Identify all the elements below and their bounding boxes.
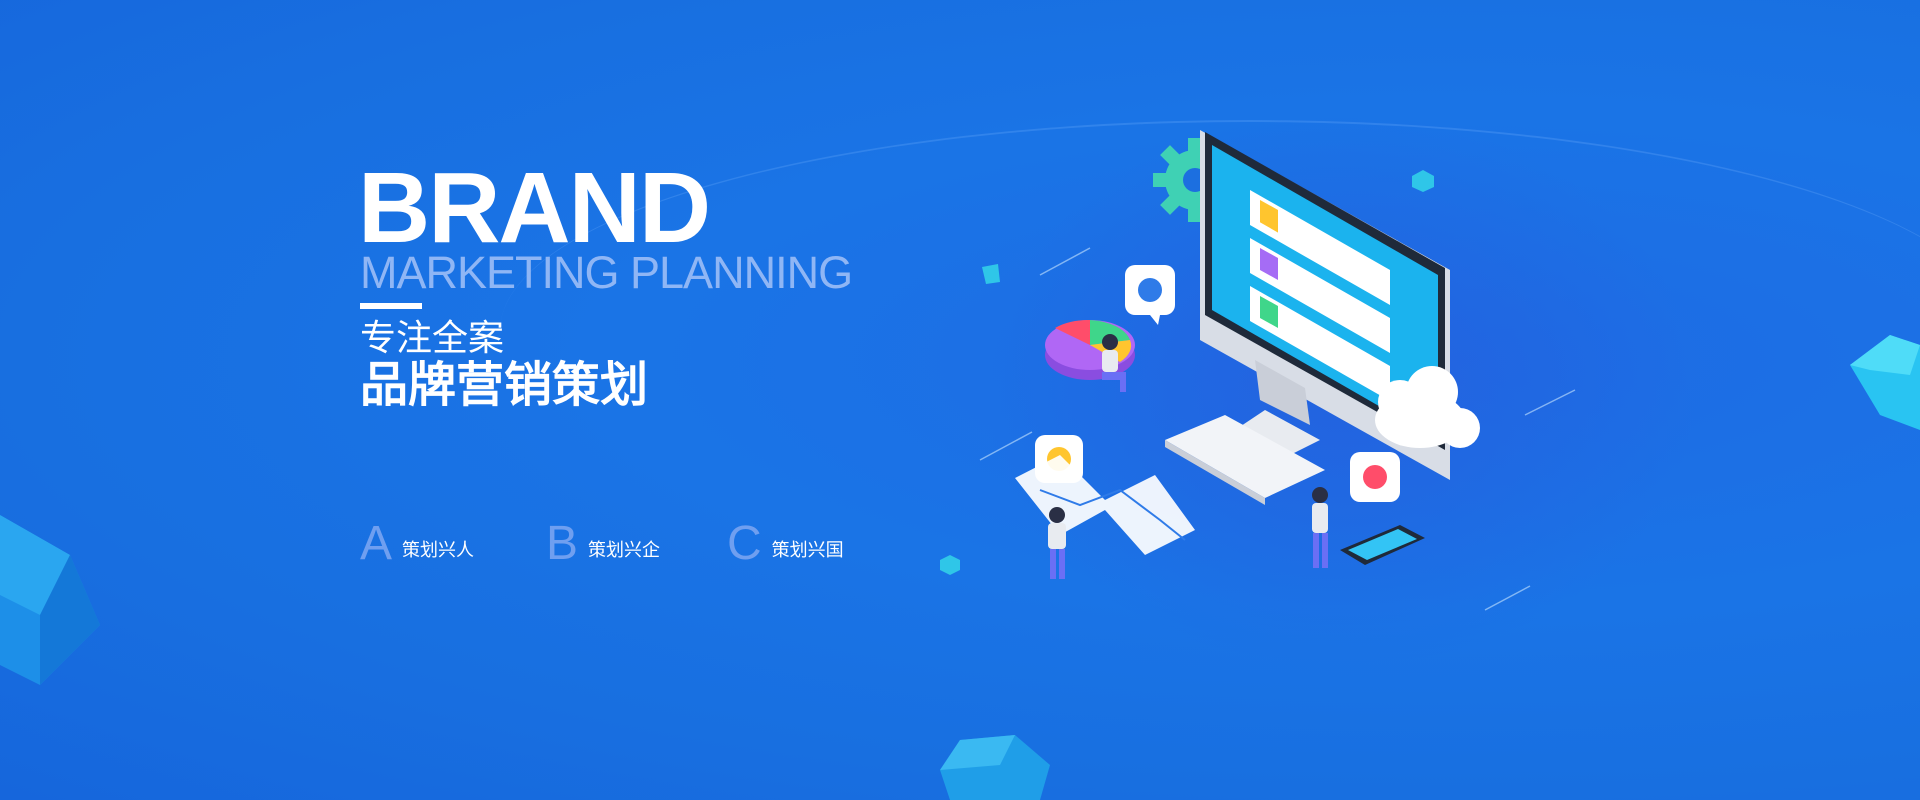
chart-map [1015,455,1195,555]
marketing-illustration [979,130,1576,611]
hero-brand-title: BRAND [358,152,711,264]
pie-chart-icon [1045,319,1135,380]
person-standing-left [1048,507,1066,579]
feature-item-b: B 策划兴企 [546,520,660,568]
right-cube-decoration [1850,335,1920,430]
feature-item-a: A 策划兴人 [360,520,474,568]
hero-subtitle: MARKETING PLANNING [360,247,853,298]
feature-letter: B [546,517,579,570]
thumbs-up-icon [1125,265,1175,325]
left-cube-decoration [0,515,100,685]
tagline-line2: 品牌营销策划 [360,359,649,412]
feature-text: 策划兴国 [771,540,844,560]
person-standing-right [1312,487,1328,568]
feature-text: 策划兴人 [402,540,475,560]
feature-item-c: C 策划兴国 [727,520,844,568]
heart-icon [1350,452,1400,502]
feature-letter: C [727,517,762,570]
tagline-line1: 专注全案 [360,317,505,358]
small-cube-3 [940,555,960,575]
phone [1340,525,1425,565]
feature-letter: A [360,517,393,570]
hero-banner: BRAND MARKETING PLANNING 专注全案 品牌营销策划 A 策… [0,0,1920,800]
bottom-cube-decoration [940,735,1050,800]
title-divider [360,303,422,309]
feature-text: 策划兴企 [588,540,661,560]
keyboard [1165,415,1325,505]
